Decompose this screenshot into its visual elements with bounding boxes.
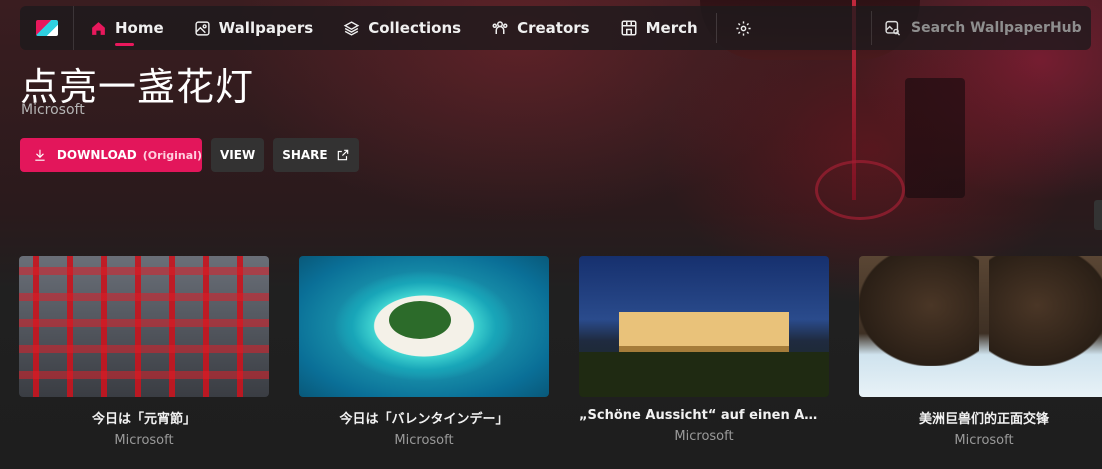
people-icon [492, 21, 508, 34]
scroll-handle[interactable] [1094, 200, 1102, 230]
nav-item-label: Home [115, 19, 164, 37]
nav-item-merch[interactable]: Merch [604, 6, 712, 50]
action-bar: DOWNLOAD (Original) VIEW SHARE [20, 138, 359, 172]
download-sub-label: (Original) [142, 148, 202, 162]
wallpaper-card[interactable]: 美洲巨兽们的正面交锋 Microsoft [859, 256, 1102, 448]
gear-icon [736, 20, 751, 36]
store-icon [621, 20, 637, 36]
home-icon [92, 21, 105, 35]
wallpaper-thumbnail[interactable] [859, 256, 1102, 397]
nav-divider [715, 13, 717, 43]
wallpaper-thumbnail[interactable] [19, 256, 269, 397]
view-button[interactable]: VIEW [211, 138, 265, 172]
view-label: VIEW [220, 148, 256, 162]
nav-item-wallpapers[interactable]: Wallpapers [178, 6, 328, 50]
card-title: 今日は「元宵節」 [91, 412, 196, 427]
hero-window-shape [905, 78, 965, 198]
layers-icon [343, 20, 360, 36]
card-author[interactable]: Microsoft [299, 433, 549, 448]
card-author[interactable]: Microsoft [579, 429, 829, 444]
wallpaper-thumbnail[interactable] [579, 256, 829, 397]
download-icon [35, 149, 45, 161]
card-title: „Schöne Aussicht“ auf einen Amt... [579, 408, 829, 423]
hero-knot-shape [815, 160, 905, 220]
logo-icon [35, 20, 58, 36]
search-box[interactable] [871, 11, 1081, 45]
image-icon [195, 20, 210, 36]
nav-item-creators[interactable]: Creators [475, 6, 604, 50]
author-link[interactable]: Microsoft [21, 102, 85, 118]
settings-button[interactable] [721, 6, 767, 50]
wallpaper-card[interactable]: „Schöne Aussicht“ auf einen Amt... Micro… [579, 256, 829, 444]
wallpaper-grid: 今日は「元宵節」 Microsoft 今日は「バレンタインデー」 Microso… [19, 256, 1102, 469]
wallpaper-thumbnail[interactable] [299, 256, 549, 397]
download-label: DOWNLOAD [56, 148, 137, 162]
card-title: 今日は「バレンタインデー」 [339, 412, 509, 427]
nav-item-collections[interactable]: Collections [327, 6, 475, 50]
download-button[interactable]: DOWNLOAD (Original) [20, 138, 202, 172]
share-button[interactable]: SHARE [273, 138, 359, 172]
nav-item-label: Wallpapers [218, 19, 314, 37]
card-author[interactable]: Microsoft [859, 433, 1102, 448]
share-label: SHARE [282, 148, 328, 162]
share-icon [337, 149, 348, 161]
nav-item-label: Merch [645, 19, 698, 37]
search-input[interactable] [911, 20, 1081, 36]
wallpaper-card[interactable]: 今日は「元宵節」 Microsoft [19, 256, 269, 448]
nav-item-label: Collections [368, 19, 462, 37]
top-nav: Home Wallpapers Collections Creators Mer… [20, 6, 1091, 50]
search-image-icon [885, 20, 901, 36]
wallpaper-card[interactable]: 今日は「バレンタインデー」 Microsoft [299, 256, 549, 448]
nav-item-label: Creators [517, 19, 590, 37]
card-title: 美洲巨兽们的正面交锋 [918, 412, 1049, 427]
logo[interactable] [20, 6, 74, 50]
nav-item-home[interactable]: Home [74, 6, 178, 50]
card-author[interactable]: Microsoft [19, 433, 269, 448]
